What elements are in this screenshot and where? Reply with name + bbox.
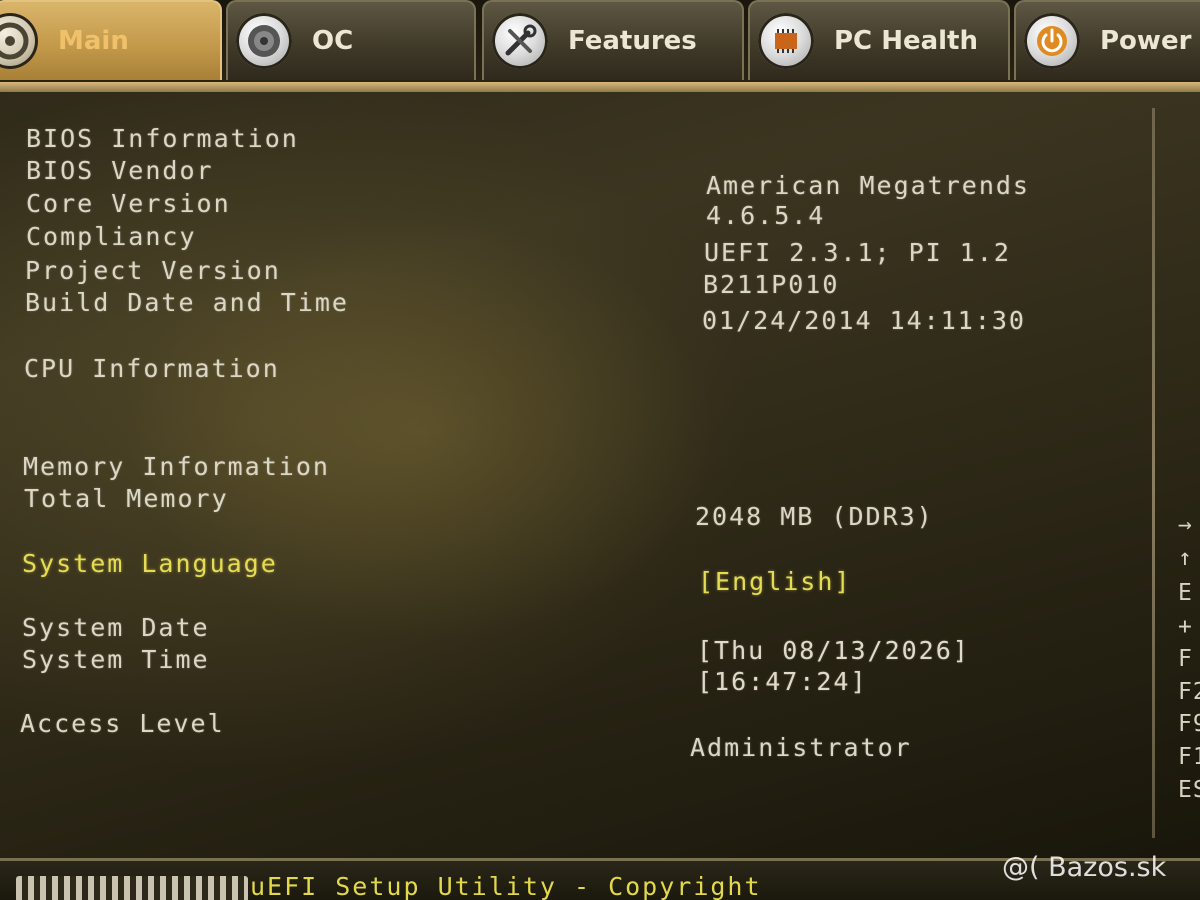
access-level-label: Access Level [20, 709, 225, 738]
tab-pc-health[interactable]: PC Health [748, 0, 1010, 80]
cpu-info-heading: CPU Information [24, 354, 280, 383]
system-language-label[interactable]: System Language [22, 549, 278, 578]
help-key-f1: F [1178, 646, 1193, 672]
core-version-value: 4.6.5.4 [706, 201, 826, 230]
help-key-f9: F9 [1178, 711, 1200, 737]
bios-vendor-label: BIOS Vendor [26, 156, 214, 185]
system-date-field[interactable]: [Thu 08/13/2026] [697, 636, 970, 665]
tab-main[interactable]: Main [0, 0, 222, 80]
project-version-label: Project Version [25, 256, 281, 285]
help-key-esc: ES [1178, 777, 1200, 803]
main-disc-icon [0, 13, 38, 69]
system-language-select[interactable]: [English] [698, 567, 851, 596]
tab-features[interactable]: Features [482, 0, 744, 80]
help-key-enter: E [1178, 580, 1193, 606]
help-key-arrow-right: → [1178, 512, 1193, 538]
total-memory-label: Total Memory [24, 484, 229, 513]
chip-icon [758, 13, 814, 69]
total-memory-value: 2048 MB (DDR3) [695, 502, 934, 531]
system-date-label: System Date [22, 613, 210, 642]
help-panel-divider [1152, 108, 1155, 838]
compliancy-value: UEFI 2.3.1; PI 1.2 [704, 238, 1011, 267]
tab-oc-label: OC [312, 26, 354, 56]
bottom-stripe-decoration [16, 876, 248, 900]
bios-vendor-value: American Megatrends [706, 171, 1030, 200]
content-top-border [0, 82, 1200, 92]
bios-info-heading: BIOS Information [26, 124, 299, 153]
tab-main-label: Main [58, 26, 129, 56]
core-version-label: Core Version [26, 189, 231, 218]
power-icon [1024, 13, 1080, 69]
tab-features-label: Features [568, 26, 697, 56]
compliancy-label: Compliancy [26, 222, 197, 251]
build-date-label: Build Date and Time [25, 288, 349, 317]
tab-bar: Main OC Features PC Health Power [0, 0, 1200, 88]
watermark-text: @( Bazos.sk [1002, 852, 1167, 883]
system-time-field[interactable]: [16:47:24] [697, 667, 868, 696]
tab-oc[interactable]: OC [226, 0, 476, 80]
tab-pc-health-label: PC Health [834, 26, 978, 56]
tab-power-label: Power [1100, 26, 1192, 56]
tools-icon [492, 13, 548, 69]
help-key-f10: F1 [1178, 744, 1200, 770]
footer-copyright-text: uEFI Setup Utility - Copyright [250, 872, 762, 900]
access-level-value: Administrator [690, 733, 912, 762]
oc-gauge-icon [236, 13, 292, 69]
build-date-value: 01/24/2014 14:11:30 [702, 306, 1026, 335]
system-time-label: System Time [22, 645, 210, 674]
project-version-value: B211P010 [703, 270, 840, 299]
memory-info-heading: Memory Information [23, 452, 330, 481]
bios-screen: Main OC Features PC Health Power BIOS In… [0, 0, 1200, 900]
help-key-plus: + [1178, 614, 1193, 640]
help-key-arrow-up: ↑ [1178, 545, 1193, 571]
tab-power[interactable]: Power [1014, 0, 1200, 80]
help-key-f2: F2 [1178, 679, 1200, 705]
